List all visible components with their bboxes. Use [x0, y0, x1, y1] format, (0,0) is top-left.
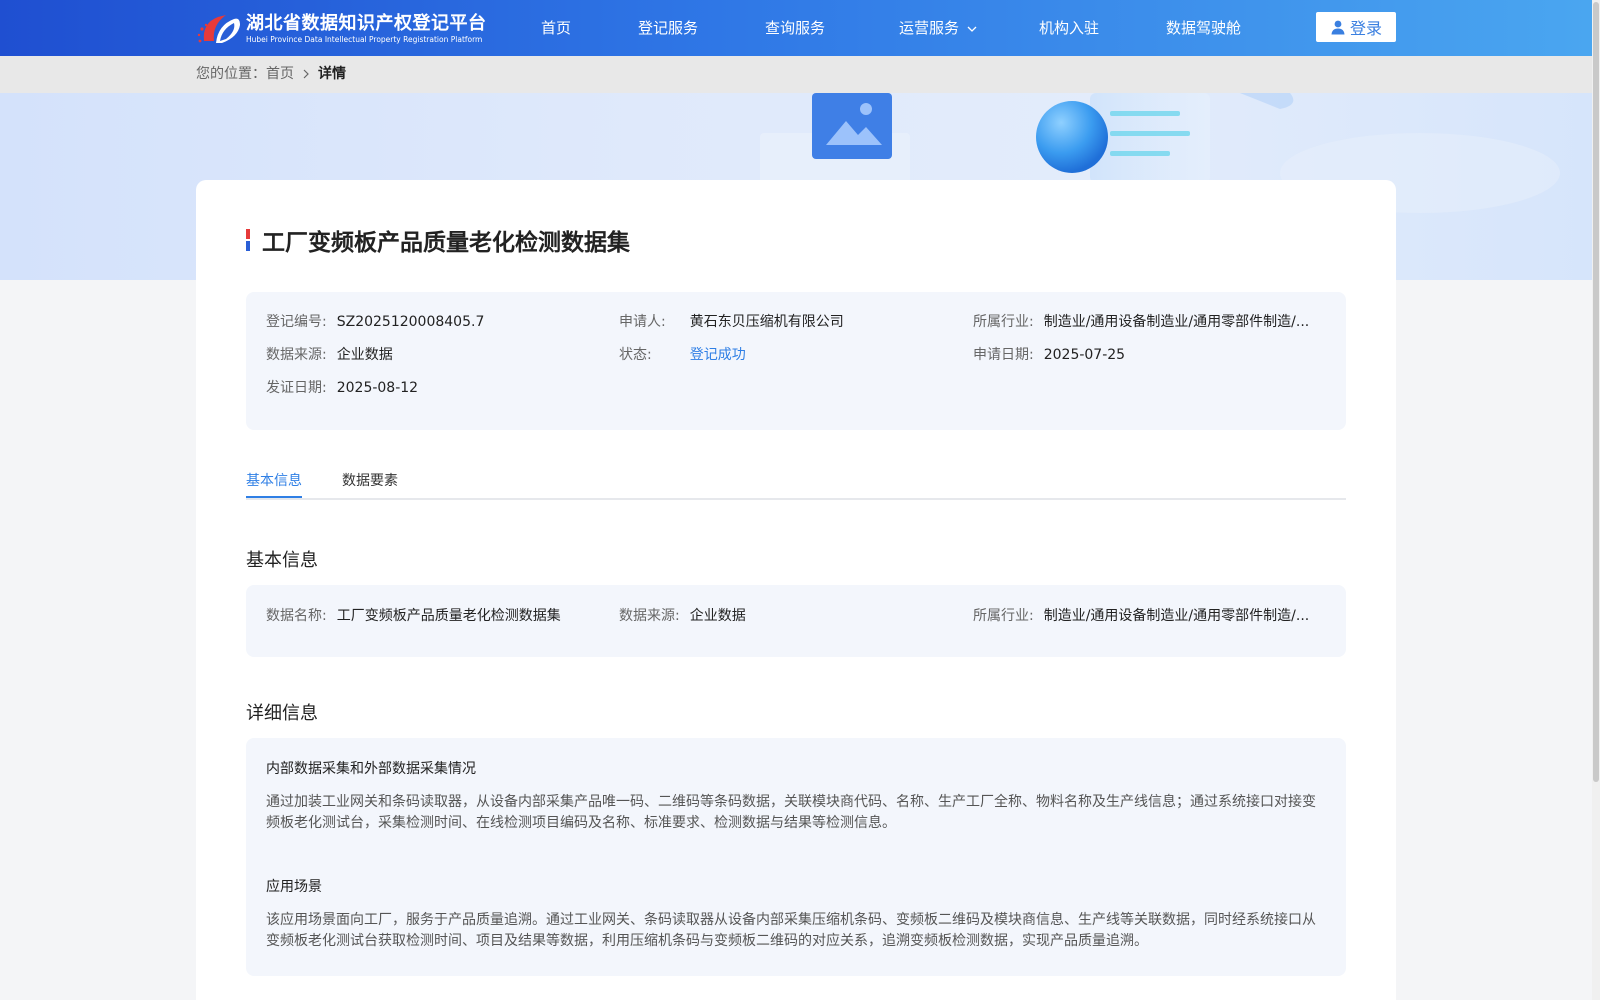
basic-source-label: 数据来源: [619, 608, 680, 624]
breadcrumb-current: 详情 [318, 66, 346, 82]
basic-industry-value: 制造业/通用设备制造业/通用零部件制造/... [1043, 608, 1310, 624]
chevron-right-icon [303, 69, 309, 79]
issue-date-field: 发证日期: 2025-08-12 [266, 378, 418, 398]
issue-date-label: 发证日期: [266, 380, 327, 396]
applicant-field: 申请人: 黄石东贝压缩机有限公司 [619, 312, 844, 332]
registration-summary: 登记编号: SZ2025120008405.7 申请人: 黄石东贝压缩机有限公司 所… [246, 292, 1346, 430]
industry-value: 制造业/通用设备制造业/通用零部件制造/... [1043, 314, 1310, 330]
title-row: 工厂变频板产品质量老化检测数据集 [246, 220, 630, 260]
nav-item-institution[interactable]: 机构入驻 [1039, 0, 1099, 56]
status-field: 状态: 登记成功 [619, 345, 746, 365]
scenario-text: 该应用场景面向工厂，服务于产品质量追溯。通过工业网关、条码读取器从设备内部采集压… [266, 912, 1316, 949]
nav-item-operation-label: 运营服务 [899, 19, 960, 37]
source-field: 数据来源: 企业数据 [266, 345, 393, 365]
page-scrollbar-thumb[interactable] [1593, 2, 1599, 782]
logo-title-en: Hubei Province Data Intellectual Propert… [246, 35, 483, 44]
chevron-down-icon [967, 26, 977, 32]
logo-title-cn: 湖北省数据知识产权登记平台 [246, 13, 487, 34]
apply-date-label: 申请日期: [973, 347, 1034, 363]
status-badge: 登记成功 [689, 347, 746, 363]
industry-field: 所属行业: 制造业/通用设备制造业/通用零部件制造/... [973, 312, 1309, 332]
applicant-label: 申请人: [619, 314, 666, 330]
user-icon [1331, 20, 1345, 35]
nav-item-cockpit[interactable]: 数据驾驶舱 [1166, 0, 1241, 56]
page-title: 工厂变频板产品质量老化检测数据集 [262, 230, 630, 256]
data-name-label: 数据名称: [266, 608, 327, 624]
platform-logo[interactable]: 湖北省数据知识产权登记平台 Hubei Province Data Intell… [196, 11, 487, 47]
collection-text: 通过加装工业网关和条码读取器，从设备内部采集产品唯一码、二维码等条码数据，关联模… [266, 794, 1316, 831]
basic-source-field: 数据来源: 企业数据 [619, 606, 746, 626]
basic-industry-label: 所属行业: [973, 608, 1034, 624]
top-header: 湖北省数据知识产权登记平台 Hubei Province Data Intell… [0, 0, 1592, 56]
basic-info-heading: 基本信息 [246, 550, 318, 571]
nav-item-query[interactable]: 查询服务 [765, 0, 825, 56]
breadcrumb: 您的位置：首页 详情 [196, 56, 346, 93]
basic-source-value: 企业数据 [689, 608, 746, 624]
detail-card: 工厂变频板产品质量老化检测数据集 登记编号: SZ2025120008405.7 … [196, 180, 1396, 1000]
data-name-field: 数据名称: 工厂变频板产品质量老化检测数据集 [266, 606, 561, 626]
collection-heading: 内部数据采集和外部数据采集情况 [266, 761, 476, 777]
logo-text: 湖北省数据知识产权登记平台 Hubei Province Data Intell… [246, 13, 487, 45]
logo-emblem-icon [197, 15, 240, 43]
status-label: 状态: [619, 347, 652, 363]
nav-item-operation[interactable]: 运营服务 [899, 0, 977, 56]
breadcrumb-home-link[interactable]: 首页 [266, 66, 294, 82]
industry-label: 所属行业: [973, 314, 1034, 330]
applicant-value: 黄石东贝压缩机有限公司 [689, 314, 844, 330]
source-label: 数据来源: [266, 347, 327, 363]
nav-item-registration[interactable]: 登记服务 [638, 0, 698, 56]
nav-item-home[interactable]: 首页 [541, 0, 571, 56]
issue-date-value: 2025-08-12 [336, 380, 419, 396]
detail-info-panel: 内部数据采集和外部数据采集情况 通过加装工业网关和条码读取器，从设备内部采集产品… [246, 738, 1346, 976]
detail-info-heading: 详细信息 [246, 703, 318, 724]
tab-data-elements[interactable]: 数据要素 [342, 470, 398, 490]
data-name-value: 工厂变频板产品质量老化检测数据集 [336, 608, 561, 624]
active-tab-indicator [246, 496, 302, 498]
title-flag-icon [246, 229, 250, 251]
reg-no-value: SZ2025120008405.7 [336, 314, 485, 330]
source-value: 企业数据 [336, 347, 393, 363]
login-button[interactable]: 登录 [1316, 12, 1396, 42]
reg-no-label: 登记编号: [266, 314, 327, 330]
reg-no-field: 登记编号: SZ2025120008405.7 [266, 312, 484, 332]
tab-basic-info[interactable]: 基本信息 [246, 470, 302, 490]
breadcrumb-prefix: 您的位置： [196, 66, 266, 82]
apply-date-field: 申请日期: 2025-07-25 [973, 345, 1125, 365]
login-label: 登录 [1349, 19, 1382, 38]
scenario-heading: 应用场景 [266, 879, 322, 895]
detail-tabs: 基本信息 数据要素 [246, 462, 1346, 500]
apply-date-value: 2025-07-25 [1043, 347, 1126, 363]
basic-industry-field: 所属行业: 制造业/通用设备制造业/通用零部件制造/... [973, 606, 1309, 626]
basic-info-panel: 数据名称: 工厂变频板产品质量老化检测数据集 数据来源: 企业数据 所属行业: 制造业… [246, 585, 1346, 657]
